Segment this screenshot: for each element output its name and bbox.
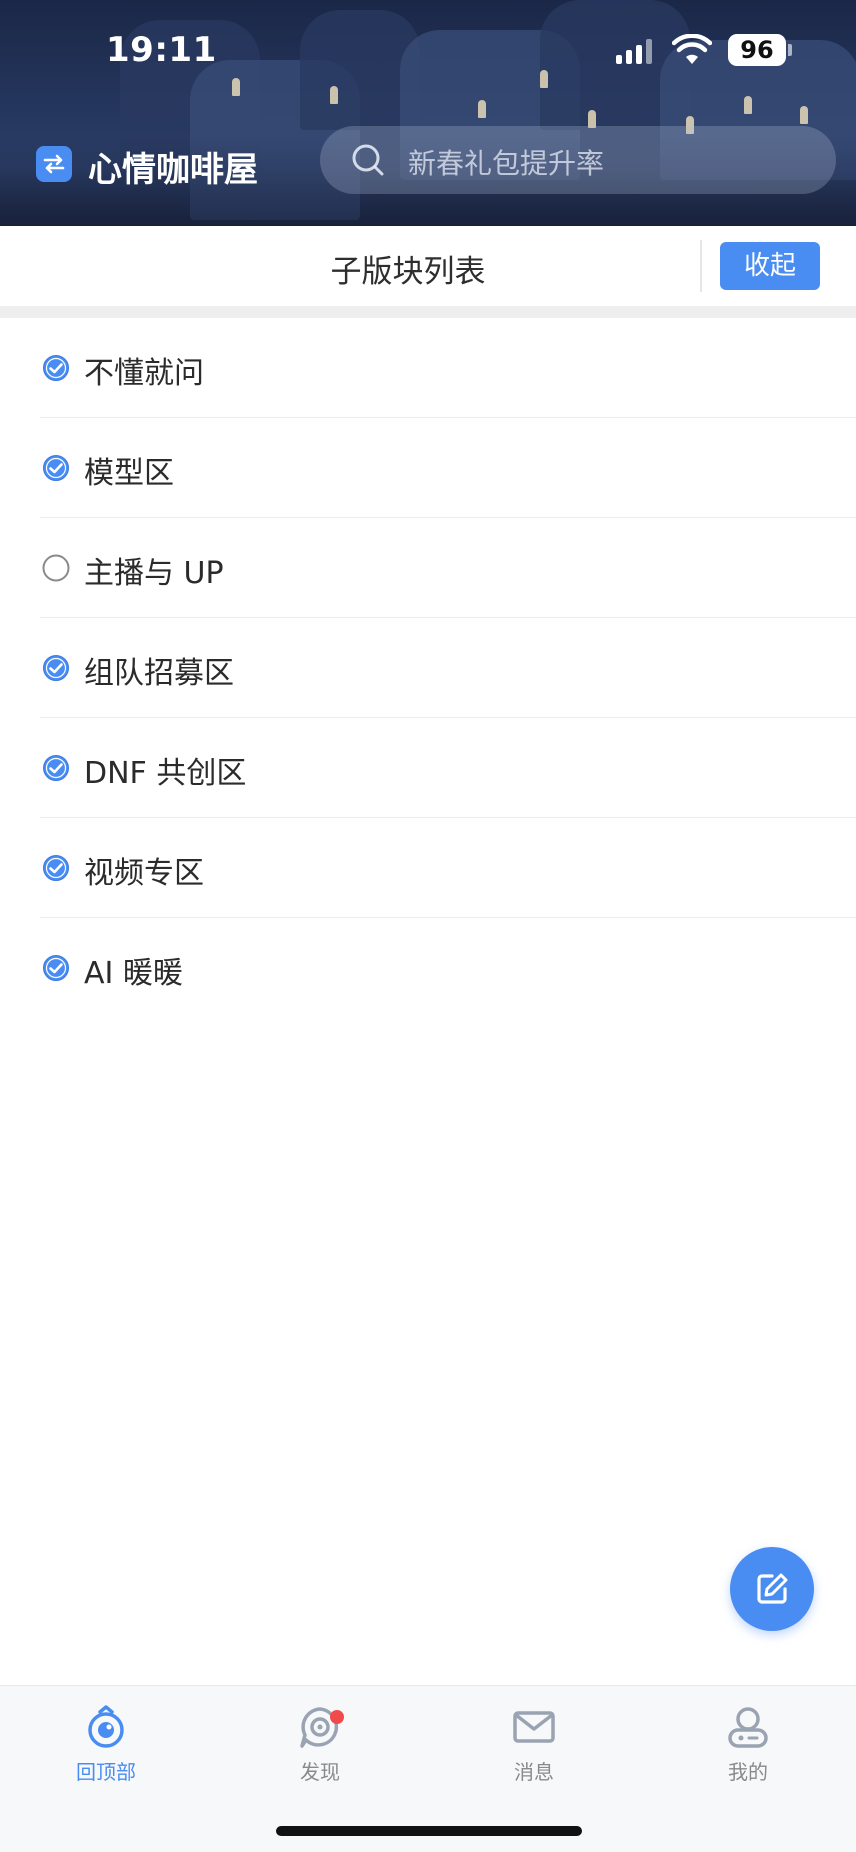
tab-profile[interactable]: 我的 (688, 1704, 808, 1785)
checked-circle-icon[interactable] (42, 754, 70, 782)
checked-circle-icon[interactable] (42, 854, 70, 882)
search-bar[interactable]: 新春礼包提升率 (320, 126, 836, 194)
tab-label: 发现 (300, 1760, 340, 1784)
mail-icon (513, 1711, 555, 1743)
edit-icon (757, 1573, 788, 1604)
status-time: 19:11 (106, 30, 217, 70)
list-item[interactable]: 不懂就问 (0, 318, 856, 418)
list-item-label: 主播与 UP (84, 556, 224, 591)
banner-window (800, 106, 808, 124)
wifi-icon (672, 34, 712, 64)
profile-icon (728, 1707, 768, 1748)
switch-forum-icon[interactable] (36, 146, 72, 182)
checked-circle-icon[interactable] (42, 954, 70, 982)
list-item-label: 视频专区 (84, 856, 204, 891)
subforum-list-header: 子版块列表 收起 (0, 226, 856, 306)
checked-circle-icon[interactable] (42, 654, 70, 682)
banner-window (478, 100, 486, 118)
forum-title[interactable]: 心情咖啡屋 (88, 142, 258, 191)
back-to-top-icon (88, 1705, 124, 1748)
search-icon (352, 144, 384, 176)
subforum-list-title: 子版块列表 (330, 254, 486, 290)
tab-messages[interactable]: 消息 (474, 1704, 594, 1785)
notification-badge (330, 1710, 344, 1724)
tab-discover[interactable]: 发现 (260, 1704, 380, 1785)
tab-label: 消息 (514, 1760, 554, 1784)
list-item-label: 模型区 (84, 456, 174, 491)
list-item-label: 不懂就问 (84, 356, 204, 391)
list-item-label: DNF 共创区 (84, 756, 247, 791)
checked-circle-icon[interactable] (42, 354, 70, 382)
list-item[interactable]: 组队招募区 (0, 618, 856, 718)
tab-label: 回顶部 (76, 1760, 136, 1784)
list-item[interactable]: 主播与 UP (0, 518, 856, 618)
tab-back-to-top[interactable]: 回顶部 (46, 1704, 166, 1785)
battery-indicator: 96 (728, 34, 792, 66)
header-banner: 19:11 96 心情咖啡屋 新春礼包提升率 (0, 0, 856, 226)
list-item[interactable]: 视频专区 (0, 818, 856, 918)
header-divider (700, 240, 702, 292)
list-item[interactable]: 模型区 (0, 418, 856, 518)
tab-label: 我的 (728, 1760, 768, 1784)
list-item-label: 组队招募区 (84, 656, 234, 691)
cellular-signal-icon (616, 38, 652, 64)
subforum-list: 不懂就问 模型区 主播与 UP 组队招募区 DNF 共创区 视频专区 AI 暖暖 (0, 318, 856, 1018)
list-item[interactable]: AI 暖暖 (0, 918, 856, 1018)
home-indicator (276, 1826, 582, 1836)
checked-circle-icon[interactable] (42, 454, 70, 482)
list-item[interactable]: DNF 共创区 (0, 718, 856, 818)
section-divider (0, 306, 856, 318)
compose-post-button[interactable] (730, 1547, 814, 1631)
status-bar: 19:11 96 (0, 0, 856, 100)
list-item-label: AI 暖暖 (84, 956, 183, 991)
collapse-button[interactable]: 收起 (720, 242, 820, 290)
unchecked-circle-icon[interactable] (42, 554, 70, 582)
search-placeholder: 新春礼包提升率 (408, 147, 605, 180)
